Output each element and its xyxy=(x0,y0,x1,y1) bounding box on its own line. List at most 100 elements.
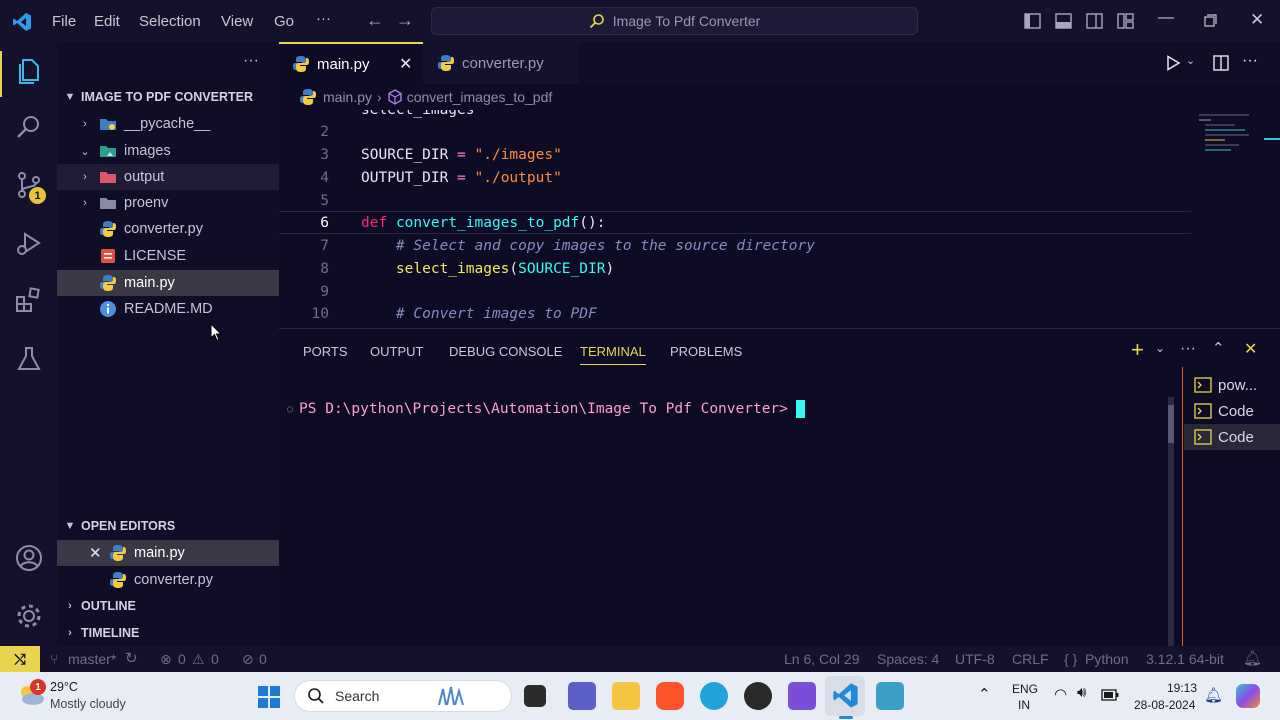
tree-item-images[interactable]: ⌄ images xyxy=(57,138,279,164)
tree-item-proenv[interactable]: › proenv xyxy=(57,190,279,216)
breadcrumb-file[interactable]: main.py xyxy=(323,89,372,105)
menu-edit[interactable]: Edit xyxy=(94,13,120,30)
toggle-primary-sidebar-icon[interactable] xyxy=(1024,13,1041,29)
tree-item-output[interactable]: › output xyxy=(57,164,279,190)
menu-more[interactable]: ··· xyxy=(316,10,331,27)
terminal-dropdown-chevron-icon[interactable]: ⌄ xyxy=(1155,341,1165,355)
settings-gear-icon[interactable] xyxy=(14,601,44,631)
taskbar-search[interactable]: Search xyxy=(294,680,512,712)
tree-item-readme[interactable]: README.MD xyxy=(57,296,279,322)
minimap[interactable] xyxy=(1199,110,1269,160)
copilot-icon[interactable] xyxy=(1236,684,1260,708)
split-editor-icon[interactable] xyxy=(1213,55,1229,71)
project-folder-header[interactable]: ▼ IMAGE TO PDF CONVERTER xyxy=(57,86,279,108)
maximize-panel-chevron-up-icon[interactable]: ⌃ xyxy=(1212,339,1225,357)
terminal-output[interactable]: ○ PS D:\python\Projects\Automation\Image… xyxy=(287,399,805,419)
panel-tab-debug-console[interactable]: DEBUG CONSOLE xyxy=(449,344,562,359)
search-sidebar-icon[interactable] xyxy=(14,112,44,142)
breadcrumb-symbol[interactable]: convert_images_to_pdf xyxy=(407,89,553,105)
timeline-header[interactable]: › TIMELINE xyxy=(57,622,279,644)
clock-date[interactable]: 28-08-2024 xyxy=(1134,698,1195,712)
tree-item-pycache[interactable]: › __pycache__ xyxy=(57,111,279,137)
tray-overflow-chevron-icon[interactable]: ⌃ xyxy=(978,685,991,703)
remote-window-icon[interactable]: ⤭ xyxy=(0,646,40,672)
command-center-search[interactable]: Image To Pdf Converter xyxy=(431,7,918,35)
minimize-icon[interactable]: — xyxy=(1158,9,1174,27)
customize-layout-icon[interactable] xyxy=(1117,13,1134,29)
branch-name[interactable]: master* xyxy=(68,651,116,667)
weather-temp[interactable]: 29°C xyxy=(50,680,78,694)
outline-header[interactable]: › OUTLINE xyxy=(57,595,279,617)
close-window-icon[interactable]: ✕ xyxy=(1250,10,1264,30)
warning-count[interactable]: 0 xyxy=(211,651,219,667)
panel-tab-terminal[interactable]: TERMINAL xyxy=(580,344,646,365)
close-panel-icon[interactable]: ✕ xyxy=(1244,339,1257,359)
encoding[interactable]: UTF-8 xyxy=(955,651,995,667)
weather-desc[interactable]: Mostly cloudy xyxy=(50,697,126,711)
obs-studio-icon[interactable] xyxy=(744,682,772,710)
extensions-icon[interactable] xyxy=(14,285,44,315)
open-editors-header[interactable]: ▼ OPEN EDITORS xyxy=(57,515,279,537)
terminal-item-powershell[interactable]: pow... xyxy=(1184,372,1280,398)
app-window-icon[interactable] xyxy=(876,682,904,710)
vscode-taskbar-icon[interactable] xyxy=(832,682,859,709)
testing-flask-icon[interactable] xyxy=(14,344,44,374)
brave-browser-icon[interactable] xyxy=(656,682,684,710)
error-count[interactable]: 0 xyxy=(178,651,186,667)
explorer-more-actions[interactable]: ··· xyxy=(243,52,259,70)
tree-item-converter-py[interactable]: converter.py xyxy=(57,216,279,242)
toggle-secondary-sidebar-icon[interactable] xyxy=(1086,13,1103,29)
indentation[interactable]: Spaces: 4 xyxy=(877,651,939,667)
run-debug-icon[interactable] xyxy=(14,228,44,258)
clock-time[interactable]: 19:13 xyxy=(1167,681,1197,695)
panel-more-actions-icon[interactable]: ··· xyxy=(1180,340,1196,358)
wifi-icon[interactable]: ◠ xyxy=(1054,685,1067,703)
panel-tab-ports[interactable]: PORTS xyxy=(303,344,348,359)
tab-main-py[interactable]: main.py ✕ xyxy=(279,42,423,84)
new-terminal-plus-icon[interactable]: + xyxy=(1131,337,1144,363)
python-interpreter[interactable]: 3.12.1 64-bit xyxy=(1146,651,1224,667)
input-language-line1[interactable]: ENG xyxy=(1012,682,1038,696)
open-editor-main-py[interactable]: ✕ main.py xyxy=(57,540,279,566)
input-language-line2[interactable]: IN xyxy=(1018,698,1030,712)
forward-arrow-icon[interactable]: → xyxy=(396,10,414,31)
windows-start-icon[interactable] xyxy=(257,685,281,709)
ports-count[interactable]: 0 xyxy=(259,651,267,667)
video-editor-icon[interactable] xyxy=(788,682,816,710)
explorer-icon[interactable] xyxy=(14,56,44,86)
edge-browser-icon[interactable] xyxy=(700,682,728,710)
terminal-scrollbar[interactable] xyxy=(1168,397,1174,647)
notification-bell-icon[interactable]: 🔔︎ xyxy=(1204,686,1223,704)
sync-icon[interactable]: ↻ xyxy=(125,649,138,667)
line-ending[interactable]: CRLF xyxy=(1012,651,1049,667)
volume-icon[interactable]: 🔊︎ xyxy=(1077,684,1086,701)
menu-view[interactable]: View xyxy=(221,13,253,30)
run-python-file-icon[interactable] xyxy=(1165,55,1181,71)
code-editor[interactable]: select_images 2 3 SOURCE_DIR = "./images… xyxy=(279,110,1280,328)
restore-icon[interactable] xyxy=(1204,14,1217,27)
tree-item-main-py[interactable]: main.py xyxy=(57,270,279,296)
menu-file[interactable]: File xyxy=(52,13,76,30)
menu-selection[interactable]: Selection xyxy=(139,13,201,30)
toggle-panel-icon[interactable] xyxy=(1055,13,1072,29)
task-view-icon[interactable] xyxy=(524,685,546,707)
file-explorer-icon[interactable] xyxy=(612,682,640,710)
editor-more-actions-icon[interactable]: ··· xyxy=(1242,52,1258,70)
close-editor-icon[interactable]: ✕ xyxy=(89,544,103,562)
vscode-logo-icon[interactable] xyxy=(12,12,32,32)
panel-tab-output[interactable]: OUTPUT xyxy=(370,344,423,359)
menu-go[interactable]: Go xyxy=(274,13,294,30)
panel-tab-problems[interactable]: PROBLEMS xyxy=(670,344,742,359)
terminal-item-code-active[interactable]: Code xyxy=(1184,424,1280,450)
terminal-item-code[interactable]: Code xyxy=(1184,398,1280,424)
accounts-icon[interactable] xyxy=(14,543,44,573)
back-arrow-icon[interactable]: ← xyxy=(366,10,384,31)
cursor-position[interactable]: Ln 6, Col 29 xyxy=(784,651,860,667)
tab-converter-py[interactable]: converter.py xyxy=(423,42,579,84)
close-tab-icon[interactable]: ✕ xyxy=(399,54,412,74)
teams-icon[interactable] xyxy=(568,682,596,710)
notifications-bell-icon[interactable]: 🔔︎ xyxy=(1243,649,1262,667)
open-editor-converter-py[interactable]: converter.py xyxy=(57,567,279,593)
battery-icon[interactable] xyxy=(1101,689,1119,701)
run-dropdown-chevron-icon[interactable]: ⌄ xyxy=(1186,54,1195,67)
